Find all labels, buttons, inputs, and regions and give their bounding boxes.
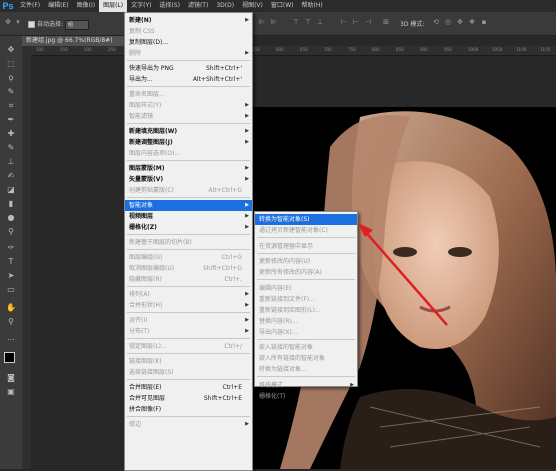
annotation-arrow-head xyxy=(358,223,373,237)
annotation-overlay xyxy=(358,223,448,326)
annotation-arrow-line xyxy=(362,228,448,326)
